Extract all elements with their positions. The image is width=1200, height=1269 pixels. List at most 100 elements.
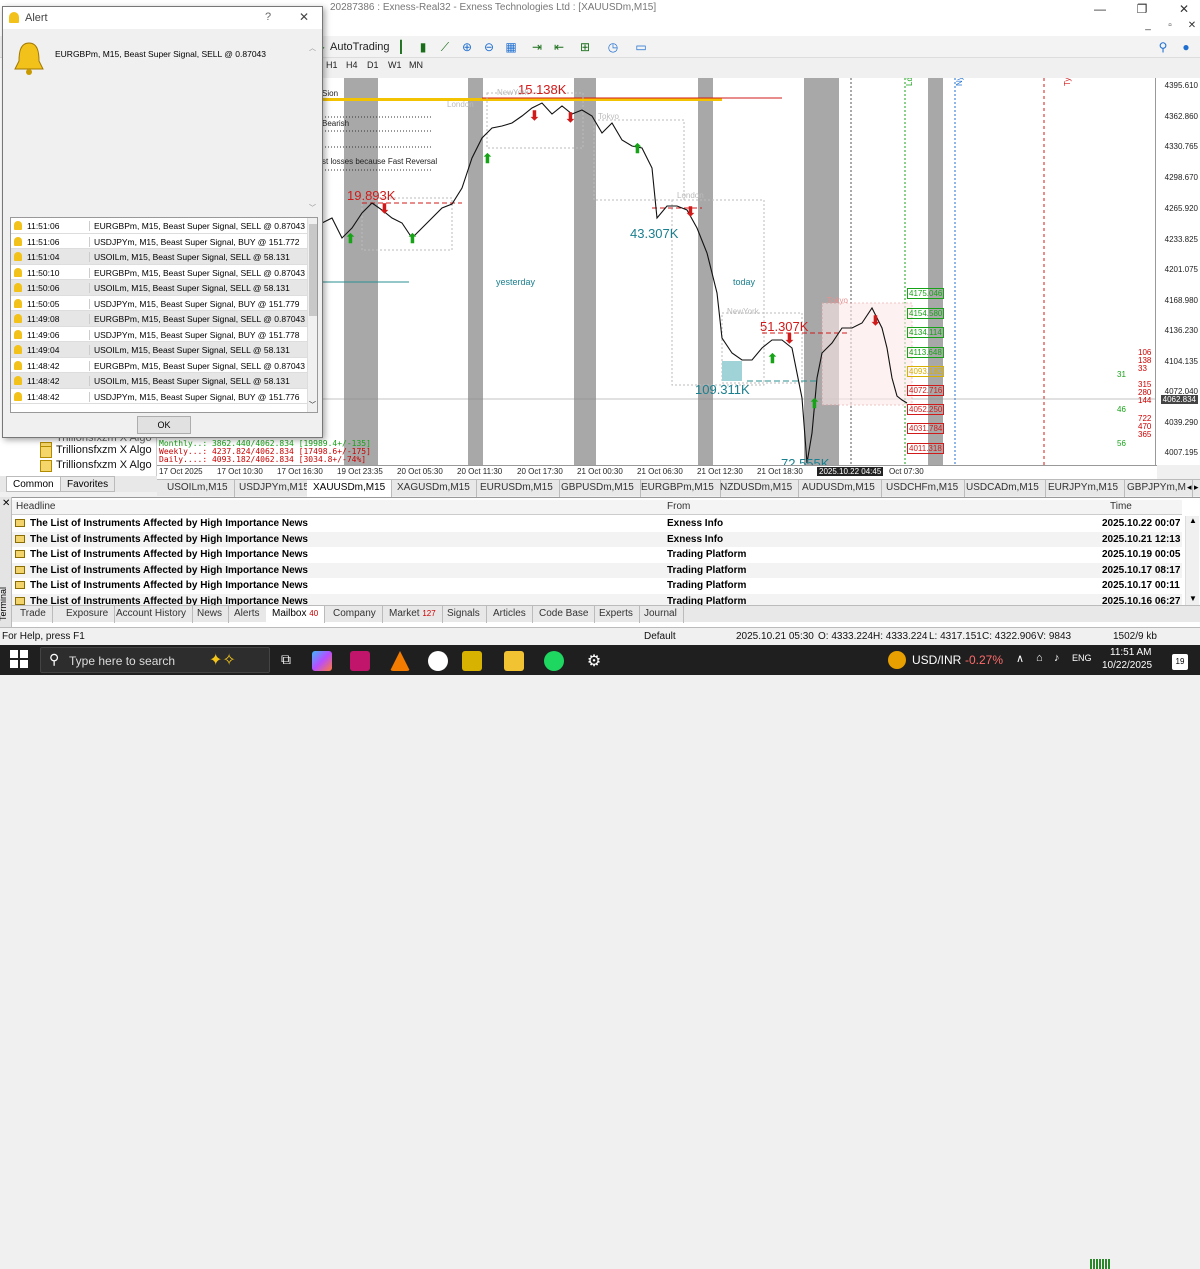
list-item[interactable]: 11:51:06 EURGBPm, M15, Beast Super Signal…: [11, 218, 307, 234]
zoom-in-icon[interactable]: ⊕: [459, 39, 475, 55]
tab-alerts[interactable]: Alerts: [228, 606, 267, 623]
child-close-icon[interactable]: ✕: [1180, 20, 1200, 34]
autotrading-button[interactable]: AutoTrading: [330, 38, 390, 56]
account-icon[interactable]: ●: [1178, 39, 1194, 55]
minimize-icon[interactable]: —: [1088, 2, 1112, 16]
tab-eurgbpm[interactable]: EURGBPm,M15: [635, 480, 721, 497]
restore-child-icon[interactable]: _: [1136, 20, 1160, 34]
col-from[interactable]: From: [667, 501, 690, 512]
volume-icon[interactable]: ♪: [1054, 652, 1060, 664]
clock-time[interactable]: 11:51 AM: [1110, 647, 1152, 658]
tab-market[interactable]: Market 127: [383, 606, 443, 623]
list-item[interactable]: 11:51:06 USDJPYm, M15, Beast Super Signal…: [11, 234, 307, 249]
list-item[interactable]: 11:48:42 USDJPYm, M15, Beast Super Signal…: [11, 389, 307, 404]
search-icon[interactable]: ⚲: [1155, 39, 1171, 55]
tab-journal[interactable]: Journal: [638, 606, 684, 623]
scroll-up-icon[interactable]: ▲: [1189, 516, 1197, 525]
alert-list-scrollbar[interactable]: ﹀: [307, 218, 317, 412]
timeframe-h4[interactable]: H4: [346, 60, 358, 70]
tab-usdchfm[interactable]: USDCHFm,M15: [880, 480, 966, 497]
scroll-up-icon[interactable]: ︿: [309, 43, 316, 53]
tab-eurjpym[interactable]: EURJPYm,M15: [1042, 480, 1126, 497]
tab-exposure[interactable]: Exposure: [60, 606, 116, 623]
terminal-close-icon[interactable]: ✕: [2, 498, 10, 509]
table-row[interactable]: The List of Instruments Affected by High…: [12, 547, 1182, 563]
timeframe-mn[interactable]: MN: [409, 60, 423, 70]
tab-xauusdm[interactable]: XAUUSDm,M15: [307, 480, 393, 497]
close-button[interactable]: ✕: [299, 10, 309, 24]
notification-badge[interactable]: 19: [1172, 654, 1188, 670]
table-row[interactable]: The List of Instruments Affected by High…: [12, 594, 1182, 605]
tab-company[interactable]: Company: [327, 606, 383, 623]
autoscroll-icon[interactable]: ⇤: [551, 39, 567, 55]
navigator-item[interactable]: Trillionsfxzm X Algo: [56, 459, 152, 471]
tab-nzdusdm[interactable]: NZDUSDm,M15: [714, 480, 800, 497]
list-item[interactable]: 11:49:04 USOILm, M15, Beast Super Signal,…: [11, 342, 307, 358]
tab-news[interactable]: News: [191, 606, 230, 623]
spotify-icon[interactable]: [544, 651, 564, 671]
chart-shift-icon[interactable]: ⇥: [529, 39, 545, 55]
table-row[interactable]: The List of Instruments Affected by High…: [12, 562, 1182, 579]
list-item[interactable]: 11:48:42 EURGBPm, M15, Beast Super Signal…: [11, 358, 307, 373]
app-icon[interactable]: [462, 651, 482, 671]
list-item[interactable]: 11:50:06 USOILm, M15, Beast Super Signal,…: [11, 280, 307, 296]
tab-experts[interactable]: Experts: [593, 606, 640, 623]
list-item[interactable]: 11:48:42 USOILm, M15, Beast Super Signal,…: [11, 373, 307, 389]
timeframe-h1[interactable]: H1: [326, 60, 338, 70]
table-row[interactable]: The List of Instruments Affected by High…: [12, 531, 1182, 548]
tab-signals[interactable]: Signals: [441, 606, 487, 623]
tile-windows-icon[interactable]: ▦: [503, 39, 519, 55]
windows-start-icon[interactable]: [10, 650, 28, 668]
clock-date[interactable]: 10/22/2025: [1102, 660, 1152, 671]
scroll-down-icon[interactable]: ﹀: [309, 203, 316, 213]
bar-chart-icon[interactable]: ┃: [393, 39, 409, 55]
tab-trade[interactable]: Trade: [14, 606, 53, 623]
tab-gbpusdm[interactable]: GBPUSDm,M15: [555, 480, 641, 497]
tabs-scroll-icon[interactable]: ◂ ▸: [1187, 482, 1199, 493]
scroll-down-icon[interactable]: ﹀: [309, 400, 316, 410]
tab-xagusdm[interactable]: XAGUSDm,M15: [391, 480, 477, 497]
taskbar-search[interactable]: ⚲ Type here to search ✦✧: [40, 647, 270, 673]
language-indicator[interactable]: ENG: [1072, 653, 1092, 663]
templates-icon[interactable]: ▭: [633, 39, 649, 55]
col-headline[interactable]: Headline: [16, 501, 55, 512]
list-item[interactable]: 11:49:06 USDJPYm, M15, Beast Super Signal…: [11, 327, 307, 342]
list-item[interactable]: 11:51:04 USOILm, M15, Beast Super Signal,…: [11, 249, 307, 265]
maximize-icon[interactable]: ❐: [1130, 2, 1154, 16]
ticker-symbol[interactable]: USD/INR: [912, 653, 961, 667]
line-chart-icon[interactable]: ⟋: [437, 39, 453, 55]
tab-usdjpym[interactable]: USDJPYm,M15: [233, 480, 317, 497]
file-explorer-icon[interactable]: [504, 651, 524, 671]
scroll-thumb[interactable]: [309, 224, 317, 316]
slack-icon[interactable]: [428, 651, 448, 671]
terminal-scrollbar[interactable]: ▲ ▼: [1185, 516, 1199, 605]
tab-account-history[interactable]: Account History: [110, 606, 194, 623]
tab-articles[interactable]: Articles: [487, 606, 533, 623]
navigator-item[interactable]: Trillionsfxzm X Algo: [56, 444, 152, 456]
tab-gbpjpym[interactable]: GBPJPYm,M: [1121, 480, 1193, 497]
tray-chevron-icon[interactable]: ∧: [1016, 652, 1024, 665]
list-item[interactable]: 11:50:05 USDJPYm, M15, Beast Super Signal…: [11, 296, 307, 311]
message-scrollbar[interactable]: ︿ ﹀: [307, 43, 319, 215]
tab-audusdm[interactable]: AUDUSDm,M15: [796, 480, 882, 497]
indicators-icon[interactable]: ⊞: [577, 39, 593, 55]
list-item[interactable]: 11:50:10 EURGBPm, M15, Beast Super Signal…: [11, 265, 307, 280]
tab-code-base[interactable]: Code Base: [533, 606, 596, 623]
tab-eurusdm[interactable]: EURUSDm,M15: [474, 480, 560, 497]
timeframe-d1[interactable]: D1: [367, 60, 379, 70]
col-time[interactable]: Time: [1110, 501, 1132, 512]
child-maximize-icon[interactable]: ▫: [1158, 20, 1182, 34]
tab-usoilm[interactable]: USOILm,M15: [161, 480, 235, 497]
close-window-icon[interactable]: ✕: [1172, 2, 1196, 16]
settings-icon[interactable]: ⚙: [584, 651, 604, 671]
candle-chart-icon[interactable]: ▮: [415, 39, 431, 55]
table-row[interactable]: The List of Instruments Affected by High…: [12, 516, 1182, 532]
tab-common[interactable]: Common: [6, 476, 61, 492]
table-row[interactable]: The List of Instruments Affected by High…: [12, 578, 1182, 594]
task-view-icon[interactable]: ⧉: [276, 651, 296, 671]
scroll-down-icon[interactable]: ▼: [1189, 594, 1197, 603]
app-icon[interactable]: [350, 651, 370, 671]
network-icon[interactable]: ⌂: [1036, 652, 1043, 664]
alert-list[interactable]: 11:51:06 EURGBPm, M15, Beast Super Signal…: [10, 217, 318, 413]
timeframe-w1[interactable]: W1: [388, 60, 402, 70]
